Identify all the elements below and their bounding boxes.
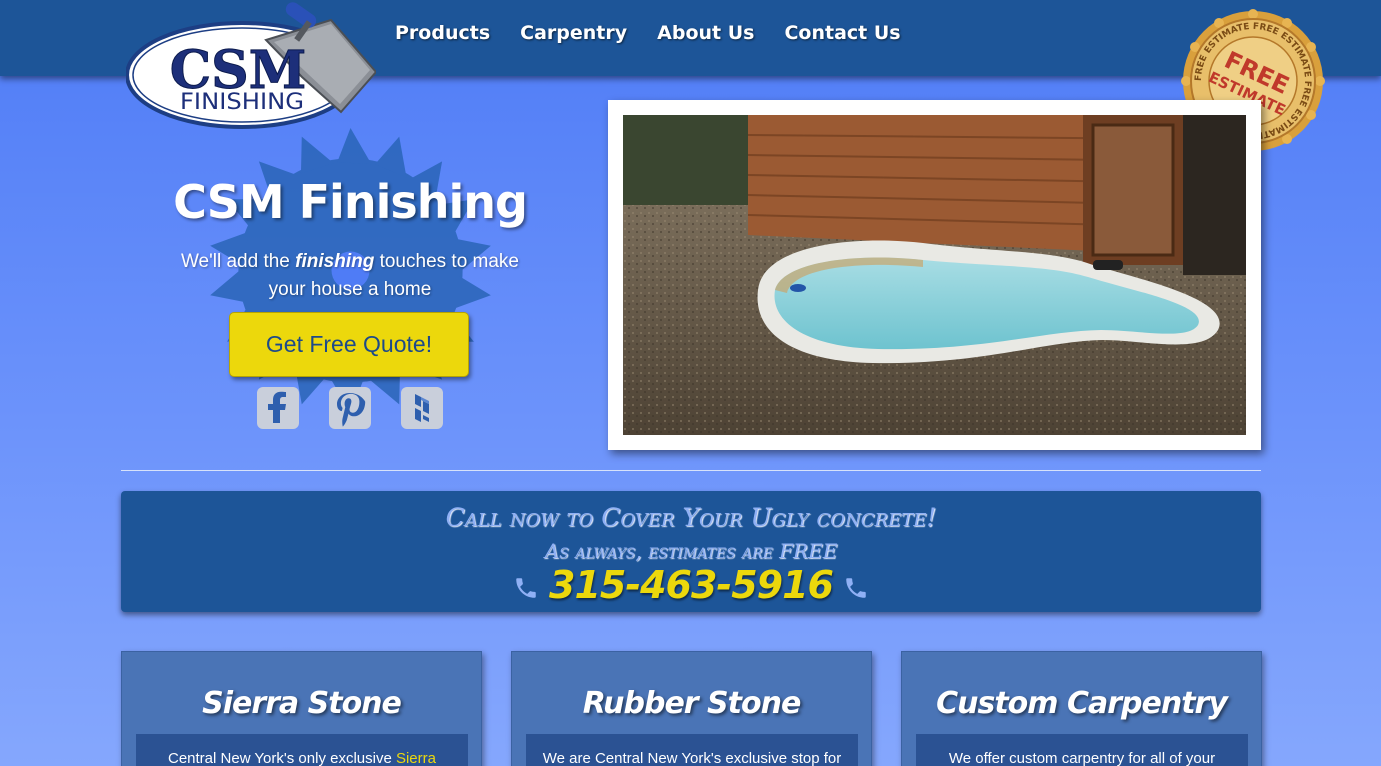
hero-subtitle: We'll add the finishing touches to make … <box>170 248 530 304</box>
featured-photo-frame <box>608 100 1261 450</box>
card-body: We offer custom carpentry for all of you… <box>916 734 1248 766</box>
nav-carpentry[interactable]: Carpentry <box>520 22 627 44</box>
hero-subtitle-emphasis: finishing <box>295 251 375 272</box>
houzz-link[interactable] <box>401 387 443 429</box>
facebook-icon <box>268 391 286 423</box>
card-rubber-stone[interactable]: Rubber Stone We are Central New York's e… <box>511 651 872 766</box>
section-divider <box>121 470 1261 471</box>
call-headline: Call now to Cover Your Ugly concrete! <box>445 503 937 532</box>
nav-contact-us[interactable]: Contact Us <box>784 22 900 44</box>
card-body: Central New York's only exclusive Sierra <box>136 734 468 766</box>
call-banner: Call now to Cover Your Ugly concrete! As… <box>121 491 1261 612</box>
card-custom-carpentry[interactable]: Custom Carpentry We offer custom carpent… <box>901 651 1262 766</box>
hero-title: CSM Finishing <box>173 175 528 229</box>
call-phone-number[interactable]: 315-463-5916 <box>121 563 1261 607</box>
get-free-quote-button[interactable]: Get Free Quote! <box>229 312 469 377</box>
facebook-link[interactable] <box>257 387 299 429</box>
call-subheadline: As always, estimates are FREE <box>544 539 838 563</box>
hero-subtitle-pre: We'll add the <box>180 251 296 272</box>
card-body-text: We are Central New York's exclusive stop… <box>542 750 842 766</box>
logo-finishing-text: FINISHING <box>180 90 304 115</box>
pinterest-link[interactable] <box>329 387 371 429</box>
nav-products[interactable]: Products <box>395 22 490 44</box>
houzz-icon <box>415 394 429 422</box>
card-body-link[interactable]: Sierra <box>396 750 436 766</box>
card-title: Sierra Stone <box>202 686 402 721</box>
main-nav: Products Carpentry About Us Contact Us <box>395 22 901 44</box>
card-body-text: Central New York's only exclusive <box>168 750 396 766</box>
card-sierra-stone[interactable]: Sierra Stone Central New York's only exc… <box>121 651 482 766</box>
hot-tub-photo <box>623 115 1246 435</box>
site-logo[interactable]: CSM FINISHING <box>126 2 376 130</box>
nav-about-us[interactable]: About Us <box>657 22 754 44</box>
pinterest-icon <box>337 393 366 427</box>
card-title: Custom Carpentry <box>936 686 1228 721</box>
phone-icon <box>846 578 866 598</box>
card-body: We are Central New York's exclusive stop… <box>526 734 858 766</box>
card-body-text: We offer custom carpentry for all of you… <box>948 750 1216 766</box>
card-title: Rubber Stone <box>582 686 802 721</box>
